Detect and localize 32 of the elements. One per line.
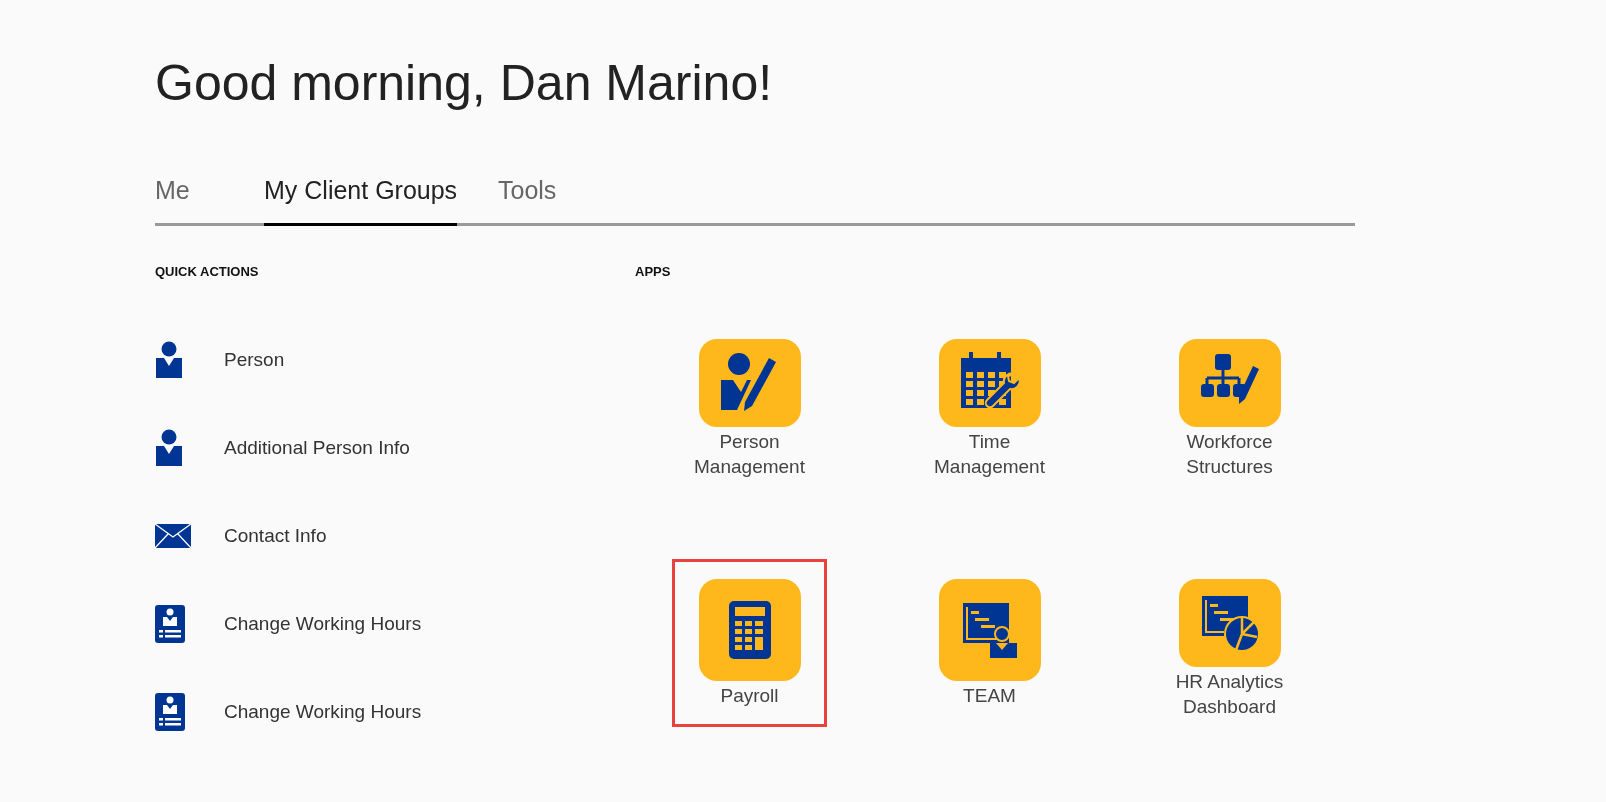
report-pie-chart-icon [1199,594,1260,652]
app-label: Workforce Structures [1186,430,1273,479]
tab[interactable]: Me [155,176,190,226]
quick-action-link[interactable]: Additional Person Info [224,437,410,459]
greeting-text: Good morning, [155,54,486,112]
app-tile[interactable]: TEAM [912,559,1067,727]
app-label: TEAM [963,684,1016,708]
highlighted-app-tile[interactable]: Payroll [672,559,827,727]
quick-action-link[interactable]: Person [224,349,285,371]
calculator-icon [728,601,771,659]
quick-action-link[interactable]: Change Working Hours [224,613,422,635]
quick-action-link[interactable]: Contact Info [224,525,327,547]
app-tile[interactable]: HR Analytics Dashboard [1152,559,1307,727]
id-card-icon [155,693,185,731]
tab[interactable]: My Client Groups [264,176,458,226]
app-tile[interactable]: Time Management [912,319,1067,487]
section-heading: APPS [635,264,672,281]
tab[interactable]: Tools [498,176,557,226]
id-card-icon [155,605,185,643]
app-label: HR Analytics Dashboard [1175,670,1284,719]
app-tile[interactable]: Workforce Structures [1152,319,1307,487]
app-label: Time Management [934,430,1045,479]
person-icon [155,341,183,379]
app-label: Payroll [720,684,779,708]
user-name: Dan Marino! [499,54,773,112]
envelope-icon [155,524,191,548]
person-icon [155,429,183,467]
app-label: Person Management [694,430,805,479]
quick-action-link[interactable]: Change Working Hours [224,701,422,723]
section-heading: QUICK ACTIONS [155,264,260,281]
report-person-icon [960,601,1019,659]
app-tile[interactable]: Person Management [672,319,827,487]
